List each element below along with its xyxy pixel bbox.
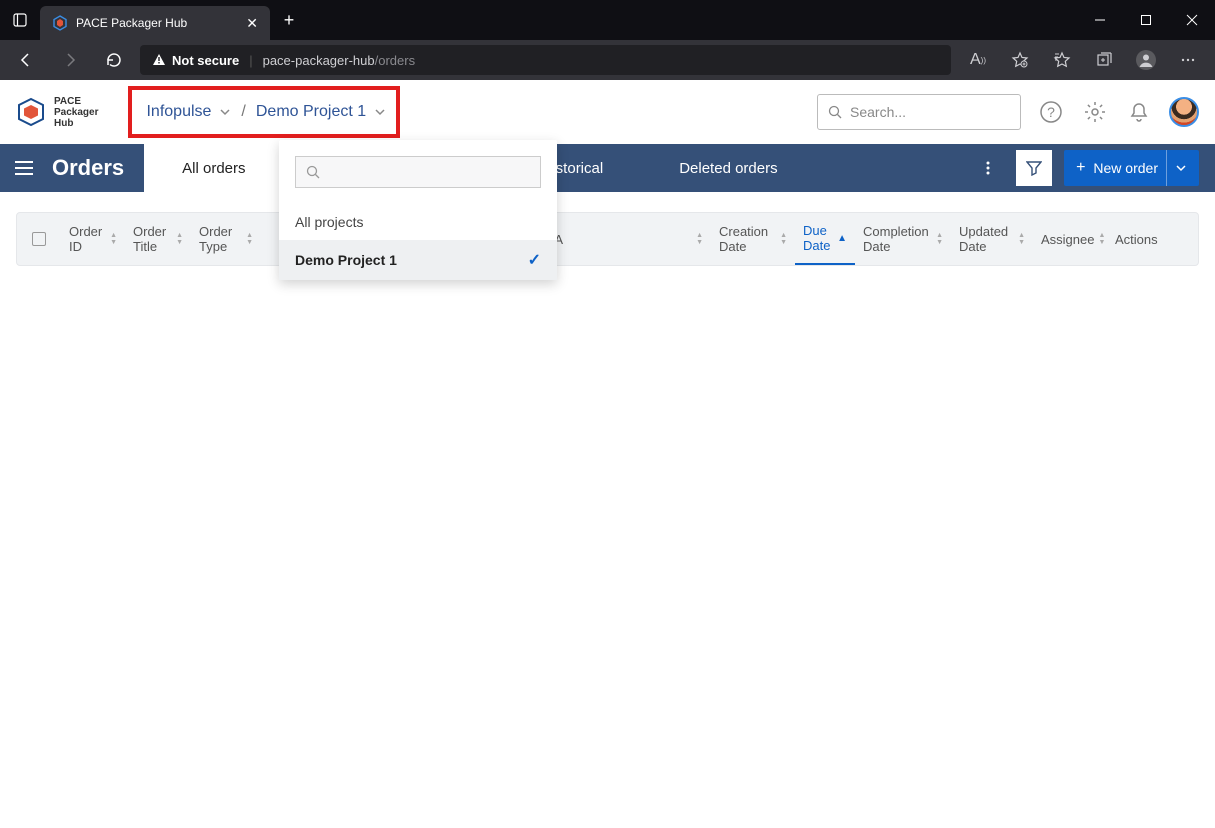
user-avatar[interactable] [1169, 97, 1199, 127]
security-label: Not secure [172, 53, 239, 68]
tab-deleted-orders[interactable]: Deleted orders [641, 144, 815, 192]
search-icon [306, 165, 320, 179]
col-order-id[interactable]: Order ID▲▼ [61, 224, 125, 254]
window-minimize-button[interactable] [1077, 0, 1123, 40]
col-assignee[interactable]: Assignee▲▼ [1033, 232, 1107, 247]
orders-table: Order ID▲▼ Order Title▲▼ Order Type▲▼ A … [0, 192, 1215, 286]
dropdown-search-input[interactable] [295, 156, 541, 188]
app-logo[interactable]: PACEPackagerHub [16, 96, 98, 129]
col-actions: Actions [1107, 232, 1167, 247]
favorite-icon[interactable] [1001, 42, 1039, 78]
window-maximize-button[interactable] [1123, 0, 1169, 40]
notifications-button[interactable] [1125, 98, 1153, 126]
warning-icon [152, 53, 166, 67]
tab-title: PACE Packager Hub [76, 16, 238, 30]
breadcrumb-project[interactable]: Demo Project 1 [256, 103, 386, 121]
favorites-bar-icon[interactable] [1043, 42, 1081, 78]
select-all-checkbox[interactable] [32, 232, 46, 246]
chevron-down-icon [374, 106, 386, 118]
url-text: pace-packager-hub/orders [263, 53, 416, 68]
search-input[interactable]: Search... [817, 94, 1021, 130]
breadcrumb-org[interactable]: Infopulse [146, 103, 231, 121]
help-button[interactable]: ? [1037, 98, 1065, 126]
col-updated-date[interactable]: Updated Date▲▼ [951, 224, 1033, 254]
new-order-button[interactable]: + New order [1064, 150, 1199, 186]
col-hidden-sort[interactable]: ▲▼ [571, 232, 711, 246]
refresh-button[interactable] [96, 42, 132, 78]
more-actions-button[interactable] [972, 152, 1004, 184]
new-order-dropdown[interactable] [1166, 150, 1195, 186]
sort-icon: ▲▼ [780, 232, 787, 246]
col-creation-date[interactable]: Creation Date▲▼ [711, 224, 795, 254]
search-icon [828, 105, 842, 119]
dropdown-item-all-projects[interactable]: All projects [279, 204, 557, 240]
sort-icon: ▲▼ [176, 232, 183, 246]
more-icon[interactable] [1169, 42, 1207, 78]
col-order-type[interactable]: Order Type▲▼ [191, 224, 261, 254]
breadcrumb: Infopulse / Demo Project 1 [128, 86, 400, 138]
check-icon: ✓ [528, 250, 541, 270]
window-close-button[interactable] [1169, 0, 1215, 40]
col-order-title[interactable]: Order Title▲▼ [125, 224, 191, 254]
sort-icon: ▲▼ [1018, 232, 1025, 246]
tab-all-orders[interactable]: All orders [144, 144, 283, 192]
page-title: Orders [48, 155, 144, 181]
menu-button[interactable] [0, 160, 48, 176]
address-bar[interactable]: Not secure | pace-packager-hub/orders [140, 45, 951, 75]
browser-tab[interactable]: PACE Packager Hub ✕ [40, 6, 270, 40]
new-tab-button[interactable]: + [274, 10, 304, 31]
profile-icon[interactable] [1127, 42, 1165, 78]
collections-icon[interactable] [1085, 42, 1123, 78]
browser-toolbar: Not secure | pace-packager-hub/orders A)… [0, 40, 1215, 80]
filter-button[interactable] [1016, 150, 1052, 186]
dropdown-item-demo-project-1[interactable]: Demo Project 1 ✓ [279, 240, 557, 280]
sort-icon: ▲▼ [696, 232, 703, 246]
forward-button [52, 42, 88, 78]
breadcrumb-separator: / [241, 103, 245, 121]
table-header: Order ID▲▼ Order Title▲▼ Order Type▲▼ A … [16, 212, 1199, 266]
chevron-down-icon [219, 106, 231, 118]
navbar: Orders All orders Historical Deleted ord… [0, 144, 1215, 192]
logo-icon [16, 97, 46, 127]
app-header: PACEPackagerHub Infopulse / Demo Project… [0, 80, 1215, 144]
browser-titlebar: PACE Packager Hub ✕ + [0, 0, 1215, 40]
back-button[interactable] [8, 42, 44, 78]
plus-icon: + [1076, 159, 1085, 177]
settings-button[interactable] [1081, 98, 1109, 126]
close-tab-icon[interactable]: ✕ [246, 15, 258, 32]
read-aloud-icon[interactable]: A)) [959, 42, 997, 78]
sort-asc-icon: ▲ [837, 235, 847, 242]
svg-text:?: ? [1047, 104, 1055, 120]
sort-icon: ▲▼ [936, 232, 943, 246]
tabs-overview-button[interactable] [0, 0, 40, 40]
sort-icon: ▲▼ [246, 232, 253, 246]
security-indicator[interactable]: Not secure [152, 53, 239, 68]
sort-icon: ▲▼ [110, 232, 117, 246]
project-dropdown: All projects Demo Project 1 ✓ [279, 140, 557, 280]
col-completion-date[interactable]: Completion Date▲▼ [855, 224, 951, 254]
sort-icon: ▲▼ [1098, 232, 1105, 246]
favicon-icon [52, 15, 68, 31]
col-due-date[interactable]: Due Date▲ [795, 213, 855, 265]
